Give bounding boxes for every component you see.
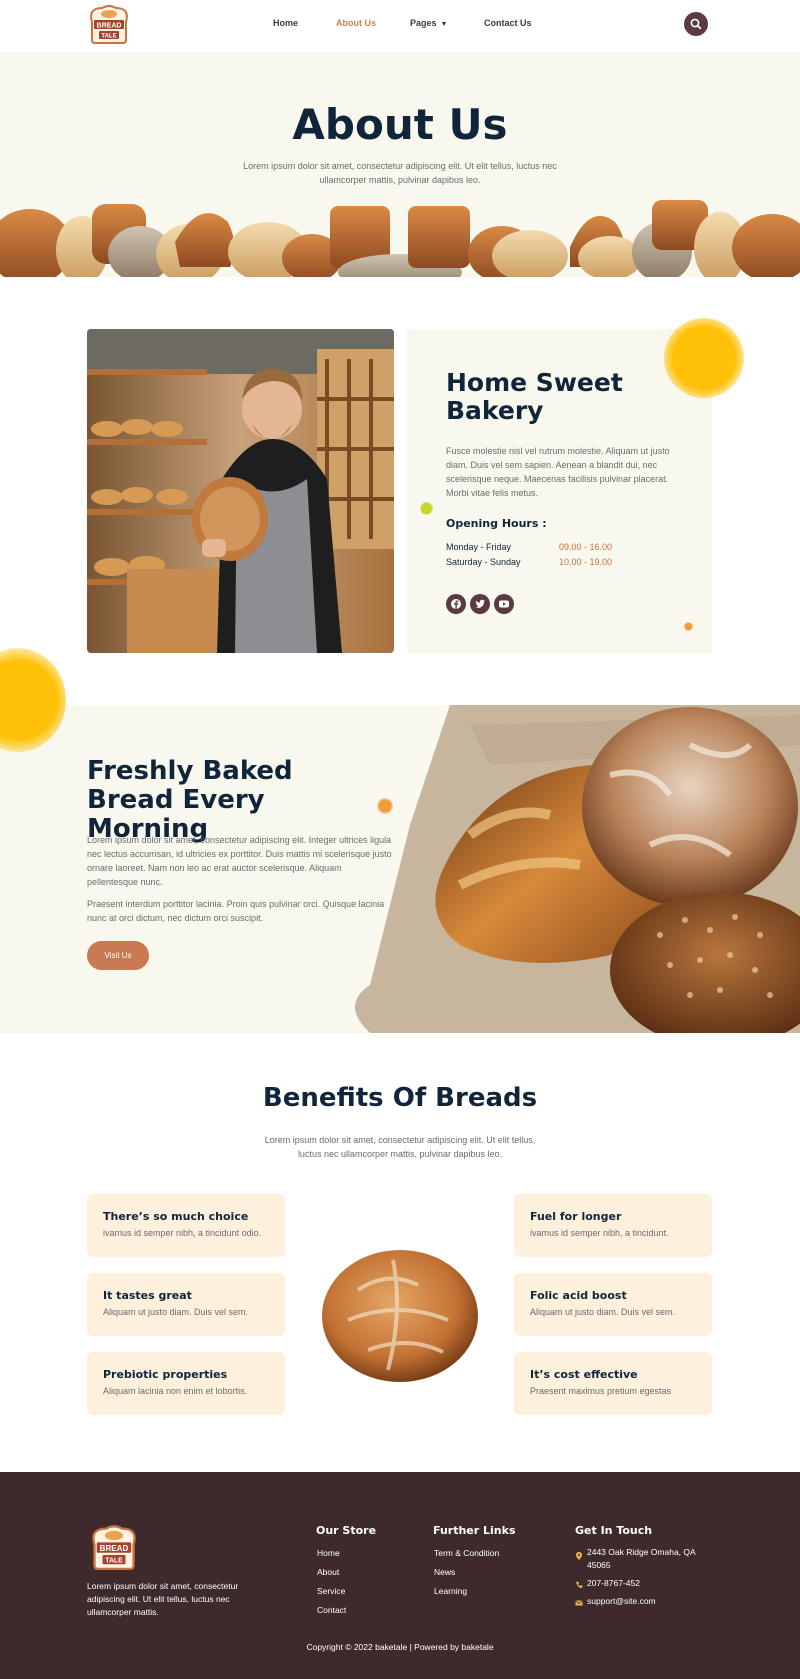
footer-email[interactable]: support@site.com <box>587 1595 656 1608</box>
nav-contact-us[interactable]: Contact Us <box>484 18 532 28</box>
benefit-title: Prebiotic properties <box>103 1368 228 1381</box>
search-icon <box>690 18 702 30</box>
fresh-paragraph-1: Lorem ipsum dolor sit amet, consectetur … <box>87 835 392 887</box>
hours-row: Monday - Friday 09.00 - 16.00 <box>446 542 612 552</box>
chevron-down-icon: ▼ <box>440 21 448 28</box>
benefit-text: Aliquam lacinia non enim et lobortis. <box>103 1386 248 1396</box>
round-bread-image <box>322 1250 478 1382</box>
hero-section: About Us Lorem ipsum dolor sit amet, con… <box>0 52 800 277</box>
footer-link-about[interactable]: About <box>317 1567 339 1577</box>
footer-link-terms[interactable]: Term & Condition <box>434 1548 499 1558</box>
footer-link-service[interactable]: Service <box>317 1586 345 1596</box>
footer-link-home[interactable]: Home <box>317 1548 340 1558</box>
benefit-title: It’s cost effective <box>530 1368 638 1381</box>
site-header: BREAD TALE Home About Us Pages ▼ Contact … <box>0 0 800 52</box>
facebook-icon <box>451 599 461 609</box>
benefit-card: Fuel for longer ivamus id semper nibh, a… <box>514 1194 712 1257</box>
decorative-green-dot <box>420 502 433 515</box>
decorative-yellow-blob <box>664 318 744 398</box>
about-title: Home Sweet Bakery <box>446 368 623 425</box>
footer-phone[interactable]: 207-8767-452 <box>587 1577 640 1590</box>
hours-day: Monday - Friday <box>446 542 512 552</box>
site-footer: BREAD TALE Lorem ipsum dolor sit amet, c… <box>0 1472 800 1679</box>
benefit-card: It’s cost effective Praesent maximus pre… <box>514 1352 712 1415</box>
youtube-icon <box>499 600 509 608</box>
hero-subtitle: Lorem ipsum dolor sit amet, consectetur … <box>243 161 557 185</box>
email-icon <box>575 1600 583 1606</box>
youtube-button[interactable] <box>494 594 514 614</box>
logo-line2: TALE <box>105 1558 123 1565</box>
twitter-button[interactable] <box>470 594 490 614</box>
decorative-orange-dot <box>684 622 693 631</box>
nav-pages-label: Pages <box>410 18 437 28</box>
twitter-icon <box>475 599 485 608</box>
benefit-card: There’s so much choice ivamus id semper … <box>87 1194 285 1257</box>
main-nav: Home About Us Pages ▼ Contact Us <box>0 0 800 48</box>
benefit-card: It tastes great Aliquam ut justo diam. D… <box>87 1273 285 1336</box>
footer-link-contact[interactable]: Contact <box>317 1605 346 1615</box>
fresh-bread-section: Freshly Baked Bread Every Morning Lorem … <box>0 705 800 1033</box>
hours-day: Saturday - Sunday <box>446 557 521 567</box>
page-title: About Us <box>292 100 508 149</box>
benefit-title: There’s so much choice <box>103 1210 249 1223</box>
hours-time: 09.00 - 16.00 <box>559 542 613 552</box>
benefit-card: Prebiotic properties Aliquam lacinia non… <box>87 1352 285 1415</box>
baker-photo <box>87 329 394 653</box>
footer-further-title: Further Links <box>433 1524 516 1537</box>
footer-description: Lorem ipsum dolor sit amet, consectetur … <box>87 1581 239 1617</box>
footer-store-title: Our Store <box>316 1524 377 1537</box>
benefit-title: Folic acid boost <box>530 1289 627 1302</box>
footer-link-news[interactable]: News <box>434 1567 455 1577</box>
about-card: Home Sweet Bakery Fusce molestie nisl ve… <box>407 329 712 653</box>
benefit-title: It tastes great <box>103 1289 192 1302</box>
opening-hours-title: Opening Hours : <box>446 517 547 530</box>
location-pin-icon <box>576 1552 582 1560</box>
logo-line1: BREAD <box>100 1544 129 1553</box>
hours-row: Saturday - Sunday 10.00 - 19.00 <box>446 557 612 567</box>
benefit-text: Aliquam ut justo diam. Duis vel sem. <box>530 1307 676 1317</box>
benefit-text: Praesent maximus pretium egestas <box>530 1386 672 1396</box>
benefit-text: ivamus id semper nibh, a tincidunt. <box>530 1228 669 1238</box>
visit-us-button[interactable]: Visit Us <box>87 941 149 970</box>
nav-about-us[interactable]: About Us <box>336 18 376 28</box>
benefit-text: Aliquam ut justo diam. Duis vel sem. <box>103 1307 249 1317</box>
footer-address: 2443 Oak Ridge Omaha, QA 45065 <box>587 1547 696 1570</box>
benefits-description: Lorem ipsum dolor sit amet, consectetur … <box>264 1135 536 1159</box>
benefit-card: Folic acid boost Aliquam ut justo diam. … <box>514 1273 712 1336</box>
nav-home[interactable]: Home <box>273 18 298 28</box>
benefit-text: ivamus id semper nibh, a tincidunt odio. <box>103 1228 262 1238</box>
bread-on-cloth-photo <box>355 705 800 1033</box>
copyright: Copyright © 2022 baketale | Powered by b… <box>306 1642 494 1652</box>
facebook-button[interactable] <box>446 594 466 614</box>
nav-pages[interactable]: Pages ▼ <box>410 18 447 28</box>
benefit-title: Fuel for longer <box>530 1210 622 1223</box>
fresh-title: Freshly Baked Bread Every Morning <box>87 756 293 844</box>
bread-tale-logo[interactable]: BREAD TALE <box>87 1524 141 1570</box>
phone-icon <box>576 1581 583 1589</box>
footer-link-learning[interactable]: Learning <box>434 1586 467 1596</box>
fresh-paragraph-2: Praesent interdum porttitor lacinia. Pro… <box>87 899 385 923</box>
about-description: Fusce molestie nisl vel rutrum molestie.… <box>446 446 670 498</box>
search-button[interactable] <box>684 12 708 36</box>
decorative-orange-dot <box>377 798 393 814</box>
bread-loaves-banner <box>0 200 800 277</box>
hours-time: 10.00 - 19.00 <box>559 557 613 567</box>
footer-contact-title: Get In Touch <box>575 1524 653 1537</box>
benefits-title: Benefits Of Breads <box>262 1083 538 1113</box>
